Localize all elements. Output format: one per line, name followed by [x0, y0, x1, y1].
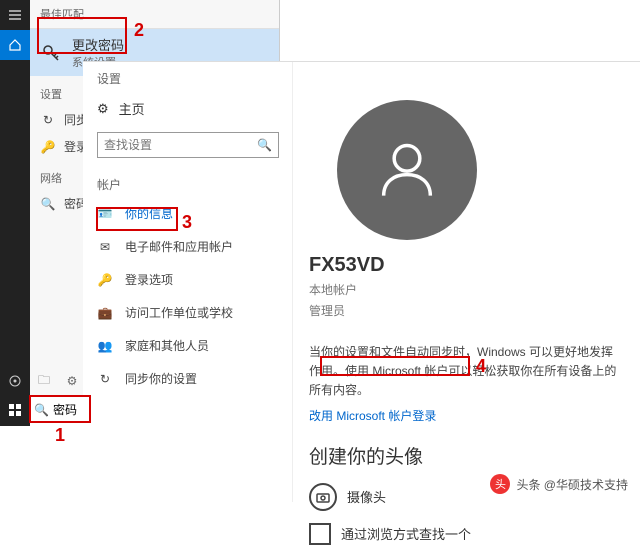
nav-family[interactable]: 👥家庭和其他人员 [83, 329, 292, 362]
taskbar-home-icon[interactable] [0, 30, 30, 60]
search-icon: 🔍 [34, 403, 49, 417]
sync-icon: ↻ [40, 113, 56, 127]
result-title: 更改密码 [72, 35, 124, 54]
settings-search-input[interactable] [104, 138, 244, 152]
search-icon: 🔍 [40, 197, 56, 211]
taskbar-search-input[interactable] [53, 403, 83, 417]
folder-icon[interactable]: 🗀 [30, 367, 58, 395]
watermark-text: 头条 @华硕技术支持 [516, 476, 628, 493]
settings-window: 设置 ⚙ 主页 🔍 帐户 🪪你的信息 ✉电子邮件和应用帐户 🔑登录选项 💼访问工… [83, 61, 640, 502]
nav-signin-options[interactable]: 🔑登录选项 [83, 263, 292, 296]
start-button[interactable] [0, 395, 30, 425]
browse-option[interactable]: 通过浏览方式查找一个 [309, 523, 624, 545]
create-avatar-title: 创建你的头像 [309, 442, 624, 469]
account-name: FX53VD [309, 254, 624, 277]
sync-icon: ↻ [97, 372, 113, 386]
nav-sync[interactable]: ↻同步你的设置 [83, 362, 292, 395]
search-best-match-header: 最佳匹配 [30, 0, 279, 29]
key-icon: 🔑 [97, 273, 113, 287]
watermark-logo: 头 [490, 474, 510, 494]
settings-content: FX53VD 本地帐户 管理员 当你的设置和文件自动同步时，Windows 可以… [293, 62, 640, 502]
key-icon: 🔑 [40, 140, 56, 154]
watermark: 头 头条 @华硕技术支持 [484, 472, 634, 496]
briefcase-icon: 💼 [97, 306, 113, 320]
person-card-icon: 🪪 [97, 207, 113, 221]
taskbar-gear-icon[interactable] [0, 366, 30, 396]
annotation-num-4: 4 [476, 356, 486, 377]
account-description: 当你的设置和文件自动同步时，Windows 可以更好地发挥作用。使用 Micro… [309, 343, 624, 401]
ms-account-link[interactable]: 改用 Microsoft 帐户登录 [309, 407, 436, 424]
key-icon [40, 42, 64, 64]
camera-icon [309, 483, 337, 511]
gear-icon: ⚙ [97, 101, 109, 117]
gear-icon[interactable]: ⚙ [58, 367, 86, 395]
settings-sidebar: 设置 ⚙ 主页 🔍 帐户 🪪你的信息 ✉电子邮件和应用帐户 🔑登录选项 💼访问工… [83, 62, 293, 502]
nav-email[interactable]: ✉电子邮件和应用帐户 [83, 230, 292, 263]
taskbar-search[interactable]: 🔍 [29, 396, 91, 423]
annotation-num-1: 1 [55, 425, 65, 446]
account-role: 管理员 [309, 302, 624, 319]
taskbar [0, 0, 30, 426]
account-type: 本地帐户 [309, 281, 624, 298]
nav-work-school[interactable]: 💼访问工作单位或学校 [83, 296, 292, 329]
browse-icon [309, 523, 331, 545]
taskbar-menu-icon[interactable] [0, 0, 30, 30]
settings-search[interactable]: 🔍 [97, 132, 279, 158]
annotation-num-2: 2 [134, 20, 144, 41]
mail-icon: ✉ [97, 240, 113, 254]
account-header: 帐户 [83, 166, 292, 197]
nav-home[interactable]: ⚙ 主页 [83, 93, 292, 124]
window-title: 设置 [83, 62, 292, 93]
avatar [337, 100, 477, 240]
annotation-num-3: 3 [182, 212, 192, 233]
search-icon: 🔍 [257, 138, 272, 152]
people-icon: 👥 [97, 339, 113, 353]
